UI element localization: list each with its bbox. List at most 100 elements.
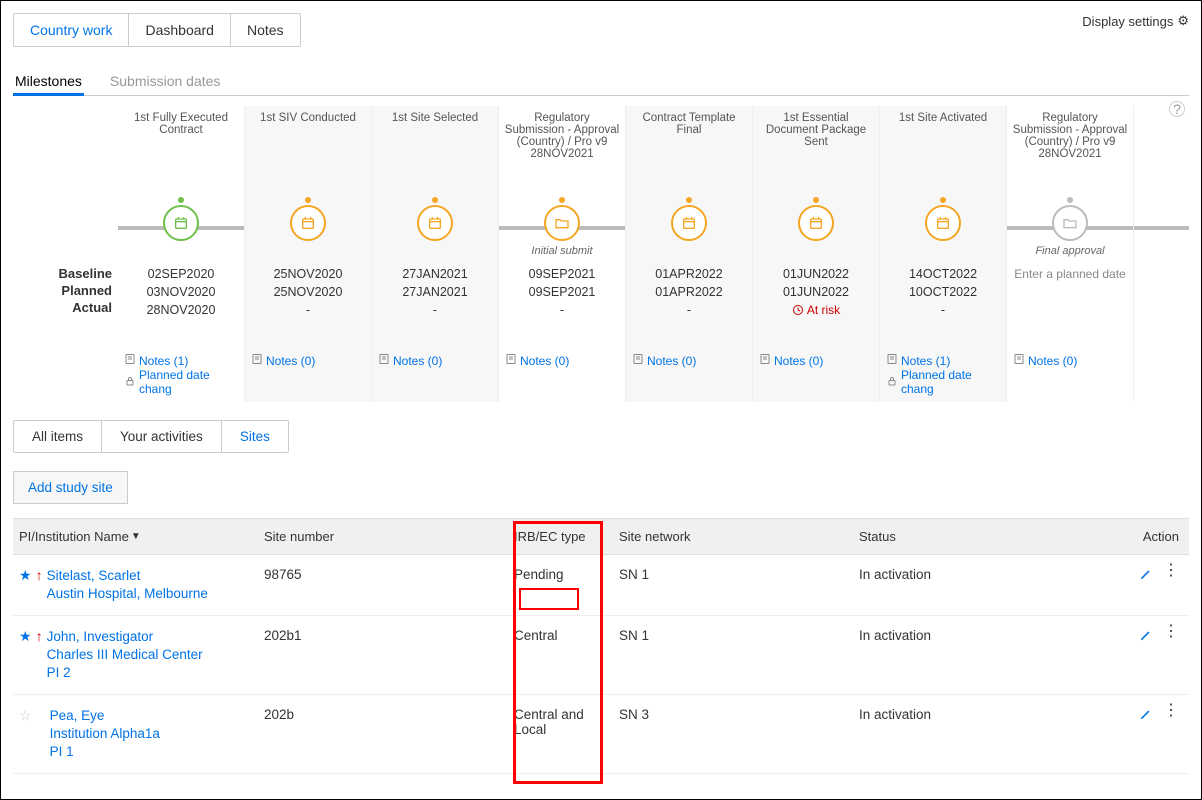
- note-icon: [1013, 353, 1025, 368]
- header-pi-label: PI/Institution Name: [19, 529, 129, 544]
- milestone-circle-icon: [798, 205, 834, 241]
- milestone-notes-link[interactable]: Notes (0): [505, 353, 623, 368]
- milestone-circle-icon: [290, 205, 326, 241]
- milestone-circle-icon: [671, 205, 707, 241]
- milestone-item[interactable]: 1st Essential Document Package Sent 01JUN…: [753, 106, 880, 402]
- filtertab-all-items[interactable]: All items: [14, 421, 102, 452]
- note-icon: [124, 353, 136, 368]
- milestone-subtitle: Final approval: [1035, 245, 1104, 261]
- note-icon: [759, 353, 771, 368]
- milestone-dates: 27JAN202127JAN2021-: [402, 265, 467, 325]
- add-study-site-button[interactable]: Add study site: [13, 471, 128, 504]
- row-labels: Baseline Planned Actual: [13, 106, 118, 402]
- milestone-notes-link[interactable]: Notes (0): [378, 353, 496, 368]
- header-pi-institution[interactable]: PI/Institution Name ▼: [19, 529, 264, 544]
- display-settings-link[interactable]: Display settings ⚙: [1082, 13, 1189, 29]
- filter-tabs: All items Your activities Sites: [13, 420, 289, 453]
- pi-secondary-link[interactable]: PI 2: [47, 664, 203, 682]
- star-icon[interactable]: ☆: [19, 707, 32, 724]
- milestone-extra-link[interactable]: Planned date chang: [124, 368, 242, 396]
- milestone-notes-link[interactable]: Notes (1): [124, 353, 242, 368]
- pi-name-link[interactable]: John, Investigator: [47, 628, 203, 646]
- milestone-dates: 01JUN202201JUN2022 At risk: [783, 265, 849, 325]
- more-actions-icon[interactable]: ⋮: [1163, 628, 1179, 636]
- institution-link[interactable]: Institution Alpha1a: [50, 725, 160, 743]
- milestone-extra-link[interactable]: Planned date chang: [886, 368, 1004, 396]
- cell-site-network: SN 3: [619, 707, 859, 761]
- milestone-item[interactable]: Regulatory Submission - Approval (Countr…: [499, 106, 626, 402]
- up-arrow-icon: ↑: [36, 628, 43, 644]
- filtertab-sites[interactable]: Sites: [222, 421, 288, 452]
- pi-name-link[interactable]: Sitelast, Scarlet: [47, 567, 208, 585]
- cell-status: In activation: [859, 707, 1119, 761]
- sub-tabs: Milestones Submission dates: [13, 67, 1189, 96]
- edit-icon[interactable]: [1139, 567, 1153, 584]
- cell-site-number: 98765: [264, 567, 514, 603]
- star-icon[interactable]: ★: [19, 628, 32, 645]
- milestone-item[interactable]: 1st SIV Conducted25NOV202025NOV2020- Not…: [245, 106, 372, 402]
- filtertab-your-activities[interactable]: Your activities: [102, 421, 222, 452]
- milestone-footer: Notes (0): [628, 353, 750, 368]
- more-actions-icon[interactable]: ⋮: [1163, 567, 1179, 575]
- star-icon[interactable]: ★: [19, 567, 32, 584]
- milestone-dates: 14OCT202210OCT2022-: [909, 265, 977, 325]
- milestone-title: 1st SIV Conducted: [257, 112, 359, 167]
- institution-link[interactable]: Charles III Medical Center: [47, 646, 203, 664]
- cell-site-number: 202b1: [264, 628, 514, 682]
- lock-icon: [124, 375, 136, 390]
- milestone-footer: Notes (1) Planned date chang: [120, 353, 242, 396]
- display-settings-label: Display settings: [1082, 14, 1173, 29]
- milestone-footer: Notes (0): [247, 353, 369, 368]
- header-site-number[interactable]: Site number: [264, 529, 514, 544]
- milestone-notes-link[interactable]: Notes (0): [632, 353, 750, 368]
- cell-site-network: SN 1: [619, 567, 859, 603]
- header-status[interactable]: Status: [859, 529, 1119, 544]
- milestone-dates: Enter a planned date: [1014, 265, 1125, 325]
- milestone-circle-icon: [163, 205, 199, 241]
- milestone-dates: 02SEP202003NOV202028NOV2020: [147, 265, 216, 325]
- sites-table: PI/Institution Name ▼ Site number IRB/EC…: [13, 518, 1189, 774]
- more-actions-icon[interactable]: ⋮: [1163, 707, 1179, 715]
- subtab-submission-dates[interactable]: Submission dates: [108, 67, 223, 95]
- milestone-title: 1st Essential Document Package Sent: [755, 112, 877, 167]
- milestone-notes-link[interactable]: Notes (1): [886, 353, 1004, 368]
- header-action: Action: [1119, 529, 1183, 544]
- milestone-circle-icon: [1052, 205, 1088, 241]
- header-irb-type[interactable]: IRB/EC type: [514, 529, 619, 544]
- milestone-item[interactable]: 1st Site Selected 27JAN202127JAN2021- Not…: [372, 106, 499, 402]
- milestone-title: 1st Fully Executed Contract: [120, 112, 242, 167]
- tab-dashboard[interactable]: Dashboard: [129, 14, 231, 46]
- edit-icon[interactable]: [1139, 628, 1153, 645]
- label-baseline: Baseline: [59, 266, 112, 281]
- institution-link[interactable]: Austin Hospital, Melbourne: [47, 585, 208, 603]
- milestone-footer: Notes (0): [374, 353, 496, 368]
- label-planned: Planned: [61, 283, 112, 298]
- note-icon: [632, 353, 644, 368]
- table-header: PI/Institution Name ▼ Site number IRB/EC…: [13, 518, 1189, 555]
- subtab-milestones[interactable]: Milestones: [13, 67, 84, 95]
- milestone-item[interactable]: 1st Site Activated 14OCT202210OCT2022- No…: [880, 106, 1007, 402]
- milestone-circle-icon: [925, 205, 961, 241]
- milestone-dates: 09SEP202109SEP2021-: [529, 265, 596, 325]
- table-row: ☆Pea, EyeInstitution Alpha1aPI 1202bCent…: [13, 695, 1189, 774]
- table-row: ★↑John, InvestigatorCharles III Medical …: [13, 616, 1189, 695]
- milestones-container: 1st Fully Executed Contract 02SEP202003NO…: [118, 106, 1189, 402]
- header-site-network[interactable]: Site network: [619, 529, 859, 544]
- milestone-title: 1st Site Activated: [896, 112, 990, 167]
- milestone-item[interactable]: 1st Fully Executed Contract 02SEP202003NO…: [118, 106, 245, 402]
- milestone-dates: 01APR202201APR2022-: [655, 265, 722, 325]
- gear-icon: ⚙: [1177, 13, 1189, 29]
- note-icon: [251, 353, 263, 368]
- tab-country-work[interactable]: Country work: [14, 14, 129, 46]
- milestone-notes-link[interactable]: Notes (0): [251, 353, 369, 368]
- pi-name-link[interactable]: Pea, Eye: [50, 707, 160, 725]
- milestone-notes-link[interactable]: Notes (0): [759, 353, 877, 368]
- edit-icon[interactable]: [1139, 707, 1153, 724]
- milestone-notes-link[interactable]: Notes (0): [1013, 353, 1131, 368]
- tab-notes[interactable]: Notes: [231, 14, 300, 46]
- milestone-item[interactable]: Contract Template Final01APR202201APR202…: [626, 106, 753, 402]
- milestone-item[interactable]: Regulatory Submission - Approval (Countr…: [1007, 106, 1134, 402]
- cell-irb-type: Pending: [514, 567, 619, 603]
- pi-secondary-link[interactable]: PI 1: [50, 743, 160, 761]
- milestone-title: 1st Site Selected: [389, 112, 481, 167]
